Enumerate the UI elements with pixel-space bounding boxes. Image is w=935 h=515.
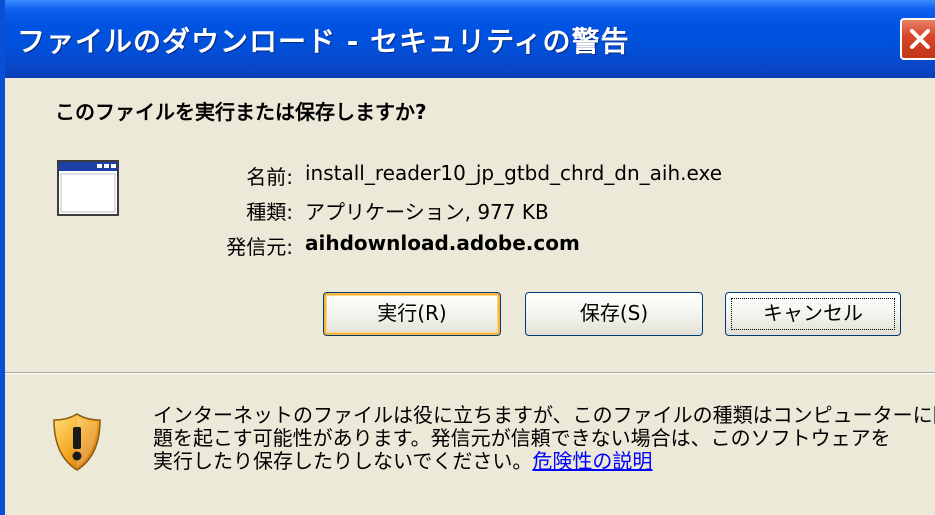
- file-source-value: aihdownload.adobe.com: [305, 231, 580, 255]
- warning-line-3-container: 実行したり保存したりしないでください。危険性の説明: [153, 450, 923, 473]
- security-warning-dialog: ファイルのダウンロード - セキュリティの警告 このファイルを実行または保存しま…: [0, 0, 935, 515]
- run-button-label: 実行(R): [377, 301, 447, 325]
- security-shield-icon: [51, 412, 103, 472]
- file-type-value: アプリケーション, 977 KB: [305, 200, 549, 224]
- file-source-label: 発信元:: [226, 235, 293, 259]
- window-title: ファイルのダウンロード - セキュリティの警告: [17, 25, 630, 58]
- save-button[interactable]: 保存(S): [525, 292, 703, 336]
- save-button-label: 保存(S): [579, 301, 649, 325]
- divider-highlight: [5, 373, 935, 374]
- cancel-button[interactable]: キャンセル: [725, 292, 901, 336]
- application-window-icon: [57, 160, 119, 216]
- warning-line-3: 実行したり保存したりしないでください。: [153, 449, 533, 473]
- dialog-question: このファイルを実行または保存しますか?: [55, 100, 427, 124]
- warning-line-1: インターネットのファイルは役に立ちますが、このファイルの種類はコンピューターに問: [153, 403, 935, 427]
- risk-explanation-link[interactable]: 危険性の説明: [532, 449, 652, 473]
- warning-line-2: 題を起こす可能性があります。発信元が信頼できない場合は、このソフトウェアを: [153, 426, 891, 450]
- close-button[interactable]: [900, 18, 935, 60]
- run-button[interactable]: 実行(R): [323, 292, 501, 336]
- title-bar[interactable]: ファイルのダウンロード - セキュリティの警告: [5, 0, 935, 78]
- close-icon: [910, 29, 930, 49]
- cancel-button-label: キャンセル: [726, 293, 900, 335]
- file-name-label: 名前:: [246, 165, 293, 189]
- security-warning-message: インターネットのファイルは役に立ちますが、このファイルの種類はコンピューターに問…: [153, 403, 935, 473]
- file-name-value: install_reader10_jp_gtbd_chrd_dn_aih.exe: [305, 161, 722, 185]
- file-type-label: 種類:: [246, 200, 293, 224]
